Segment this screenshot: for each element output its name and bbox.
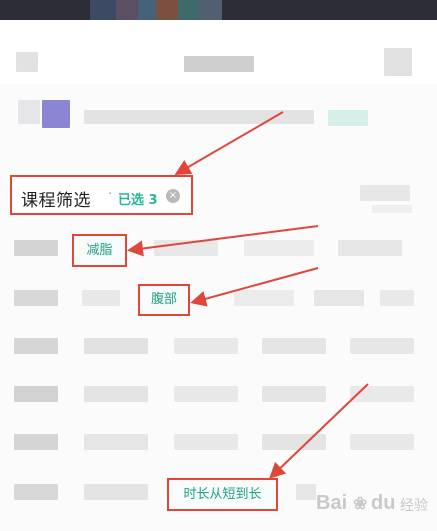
arrow-to-fat-loss-tag	[127, 225, 319, 257]
arrow-to-filter-header	[174, 111, 284, 176]
annotation-arrows	[127, 111, 369, 479]
paw-icon: ❀	[353, 494, 368, 513]
watermark-sub: 经验	[400, 498, 428, 514]
watermark-brand-suffix: du	[371, 492, 396, 514]
watermark-brand: Bai	[316, 492, 348, 514]
arrow-to-abs-tag	[190, 267, 319, 307]
baidu-watermark: Bai ❀ du 经验	[316, 486, 434, 522]
screenshot: { "filter": { "title": "课程筛选", "separato…	[0, 0, 437, 531]
arrow-to-sort-tag	[269, 383, 369, 479]
